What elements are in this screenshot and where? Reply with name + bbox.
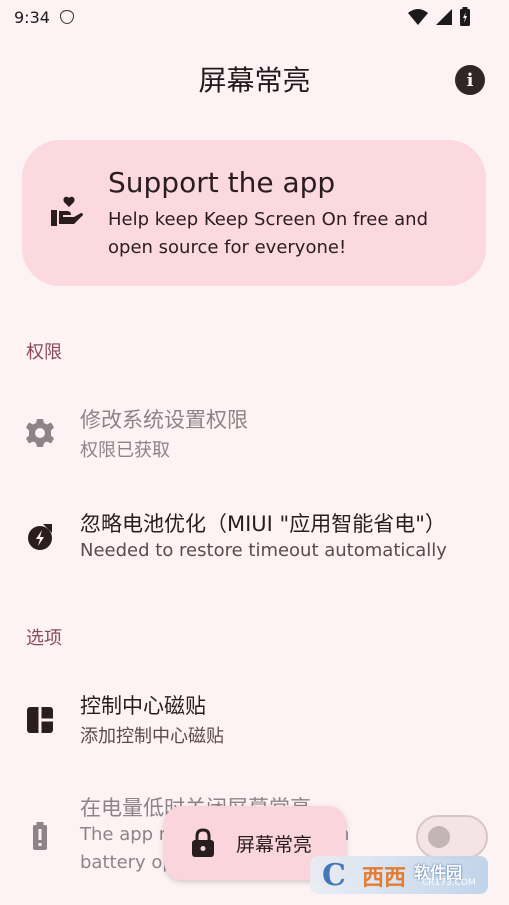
low-battery-toggle[interactable] bbox=[416, 815, 488, 859]
support-title: Support the app bbox=[108, 166, 336, 199]
support-description: Help keep Keep Screen On free and open s… bbox=[108, 209, 429, 258]
battery-alert-icon bbox=[33, 822, 47, 850]
setting-subtitle: The app n bbox=[80, 824, 171, 845]
watermark-letter: C bbox=[322, 858, 346, 893]
setting-subtitle: 权限已获取 bbox=[80, 440, 170, 461]
lock-icon bbox=[192, 828, 214, 857]
setting-subtitle-line2: battery op bbox=[80, 852, 174, 873]
setting-modify-system[interactable]: 修改系统设置权限 权限已获取 bbox=[0, 390, 509, 480]
watermark-logo: C 西西 软件园 CR173.COM bbox=[310, 856, 488, 894]
info-icon[interactable]: i bbox=[455, 65, 485, 95]
status-bar: 9:34 bbox=[0, 0, 509, 34]
app-bar: 屏幕常亮 i bbox=[0, 50, 509, 108]
setting-subtitle: 添加控制中心磁贴 bbox=[80, 726, 224, 747]
dashboard-icon bbox=[27, 707, 53, 733]
gear-icon bbox=[26, 419, 54, 447]
setting-battery-optimization[interactable]: 忽略电池优化（MIUI "应用智能省电"） Needed to restore … bbox=[0, 494, 509, 584]
watermark-sub: CR173.COM bbox=[422, 878, 476, 888]
setting-subtitle: Needed to restore timeout automatically bbox=[80, 540, 447, 561]
setting-title: 控制中心磁贴 bbox=[80, 694, 206, 718]
toggle-knob bbox=[428, 826, 450, 848]
fab-label: 屏幕常亮 bbox=[236, 834, 313, 856]
setting-control-center-tile[interactable]: 控制中心磁贴 添加控制中心磁贴 bbox=[0, 676, 509, 766]
watermark-text: 西西 bbox=[362, 866, 407, 891]
heart-hand-icon bbox=[51, 196, 83, 226]
page-title: 屏幕常亮 bbox=[198, 64, 311, 97]
battery-saver-icon bbox=[28, 524, 52, 550]
battery-icon bbox=[460, 7, 470, 26]
status-icons bbox=[407, 7, 471, 27]
support-card[interactable]: Support the app Help keep Keep Screen On… bbox=[22, 140, 486, 286]
section-header-options: 选项 bbox=[26, 628, 62, 649]
cellular-icon bbox=[436, 9, 452, 25]
shield-icon bbox=[59, 10, 74, 24]
status-time: 9:34 bbox=[14, 7, 50, 27]
section-header-permissions: 权限 bbox=[26, 342, 62, 363]
wifi-icon bbox=[408, 9, 428, 25]
setting-title: 忽略电池优化（MIUI "应用智能省电"） bbox=[80, 512, 446, 536]
setting-title: 修改系统设置权限 bbox=[80, 408, 248, 432]
